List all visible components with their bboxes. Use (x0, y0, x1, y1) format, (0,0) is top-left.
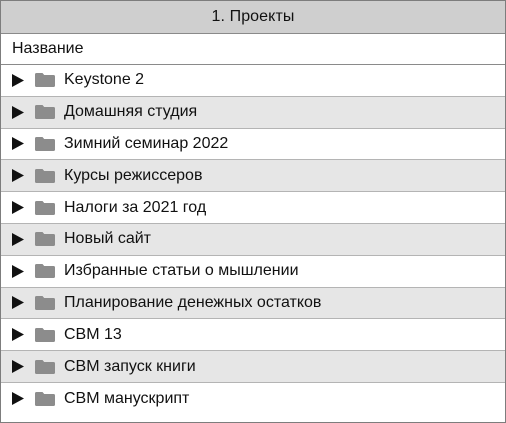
folder-icon (33, 224, 57, 255)
project-name: CBM манускрипт (64, 389, 190, 407)
project-row[interactable]: Домашняя студия (1, 96, 505, 129)
project-row[interactable]: CBM 13 (1, 319, 505, 352)
folder-icon (33, 160, 57, 191)
project-list: Keystone 2 Домашняя студия Зимний семинар … (1, 65, 505, 415)
project-name: CBM запуск книги (64, 357, 196, 375)
folder-icon (33, 319, 57, 350)
expand-arrow-icon[interactable] (1, 351, 29, 382)
expand-arrow-icon[interactable] (1, 129, 29, 160)
expand-arrow-icon[interactable] (1, 192, 29, 223)
folder-icon (33, 129, 57, 160)
folder-icon (33, 288, 57, 319)
folder-icon (33, 192, 57, 223)
name-column-label: Название (12, 40, 84, 57)
folder-icon (33, 256, 57, 287)
expand-arrow-icon[interactable] (1, 97, 29, 128)
project-name: Избранные статьи о мышлении (64, 262, 299, 280)
project-name: Налоги за 2021 год (64, 198, 207, 216)
project-row[interactable]: Курсы режиссеров (1, 160, 505, 193)
project-row[interactable]: CBM манускрипт (1, 382, 505, 415)
project-row[interactable]: Планирование денежных остатков (1, 287, 505, 320)
expand-arrow-icon[interactable] (1, 224, 29, 255)
name-column-header[interactable]: Название (1, 34, 505, 65)
folder-icon (33, 383, 57, 415)
project-name: Планирование денежных остатков (64, 293, 322, 311)
expand-arrow-icon[interactable] (1, 288, 29, 319)
project-row[interactable]: Keystone 2 (1, 65, 505, 97)
project-row[interactable]: Избранные статьи о мышлении (1, 255, 505, 288)
panel-title-bar: 1. Проекты (1, 1, 505, 34)
folder-icon (33, 351, 57, 382)
expand-arrow-icon[interactable] (1, 383, 29, 415)
project-row[interactable]: Новый сайт (1, 223, 505, 256)
project-row[interactable]: Налоги за 2021 год (1, 192, 505, 224)
project-name: Зимний семинар 2022 (64, 134, 229, 152)
expand-arrow-icon[interactable] (1, 256, 29, 287)
project-row[interactable]: Зимний семинар 2022 (1, 128, 505, 161)
expand-arrow-icon[interactable] (1, 65, 29, 96)
project-name: Новый сайт (64, 230, 151, 248)
expand-arrow-icon[interactable] (1, 319, 29, 350)
expand-arrow-icon[interactable] (1, 160, 29, 191)
folder-icon (33, 65, 57, 96)
project-name: Keystone 2 (64, 71, 145, 89)
panel-title: 1. Проекты (211, 8, 295, 25)
project-name: CBM 13 (64, 325, 122, 343)
projects-panel: 1. Проекты Название Keystone 2 Домашняя с… (0, 0, 506, 423)
folder-icon (33, 97, 57, 128)
project-row[interactable]: CBM запуск книги (1, 351, 505, 383)
project-name: Домашняя студия (64, 103, 198, 121)
project-name: Курсы режиссеров (64, 166, 203, 184)
